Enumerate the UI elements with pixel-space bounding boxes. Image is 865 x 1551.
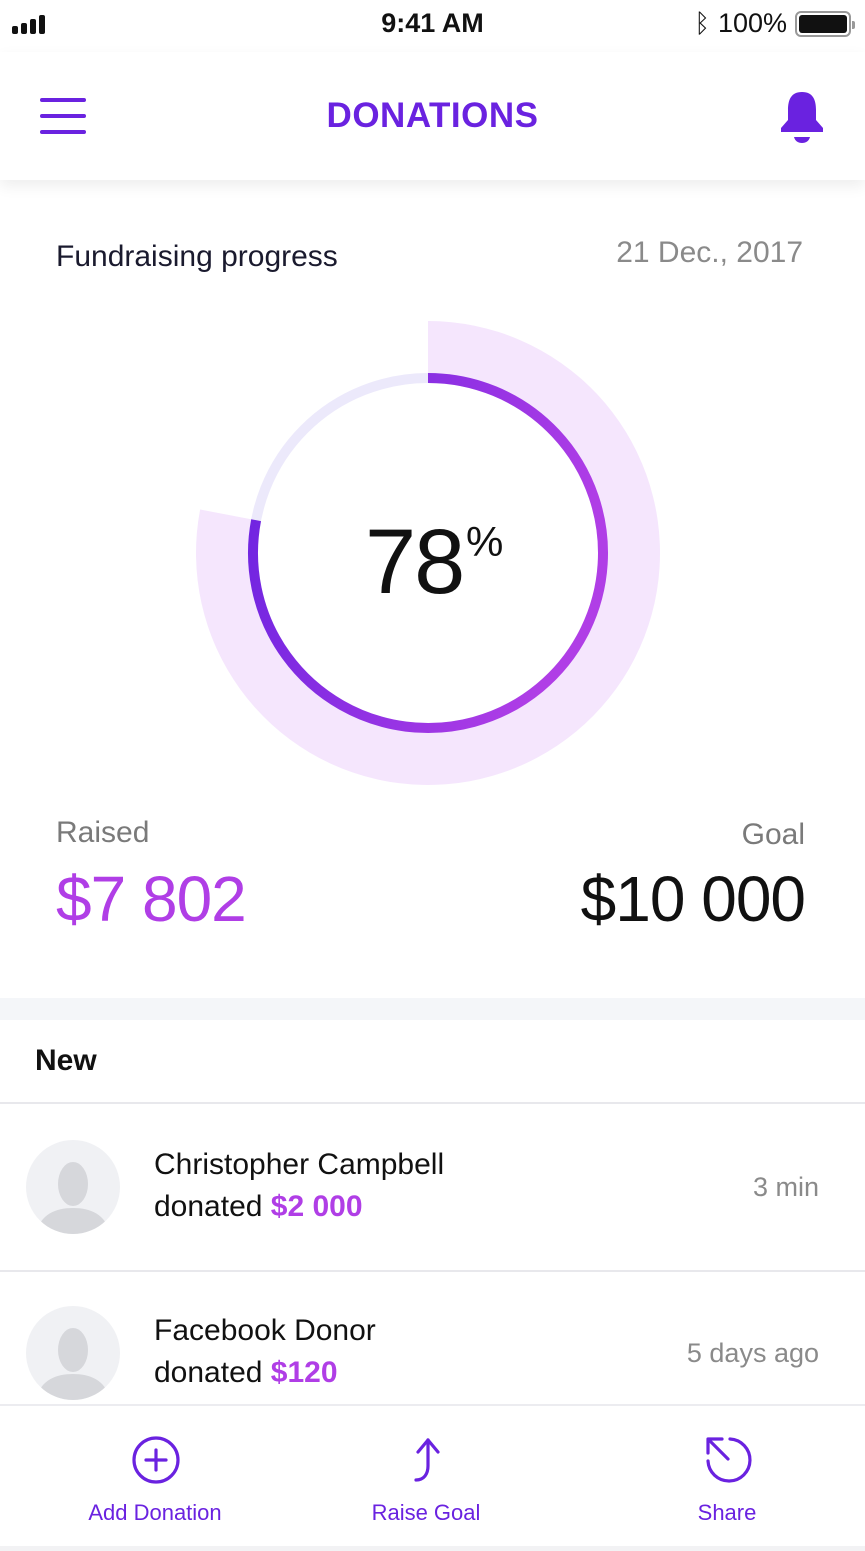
status-right: ᛒ 100% (694, 8, 855, 39)
share-arrow-icon (706, 1437, 752, 1483)
bell-icon[interactable] (778, 90, 826, 144)
donation-list-item[interactable]: Christopher Campbell donated $2 000 3 mi… (0, 1106, 865, 1272)
progress-percent-value: 78 (365, 511, 465, 613)
battery-full-icon (795, 10, 855, 37)
new-donations-header: New (0, 1020, 865, 1104)
donor-name: Christopher Campbell (154, 1148, 445, 1181)
battery-percent: 100% (717, 8, 787, 38)
arrow-up-curve-icon (414, 1438, 440, 1482)
add-donation-button[interactable]: Add Donation (45, 1406, 265, 1548)
nav-bar: DONATIONS (0, 52, 865, 180)
progress-percent-sign: % (466, 518, 504, 565)
user-silhouette-icon (36, 1162, 110, 1234)
goal-value: $10 000 (580, 863, 806, 935)
raised-label: Raised (56, 816, 150, 849)
donation-line: donated $120 (154, 1356, 338, 1390)
donation-time: 5 days ago (686, 1338, 819, 1368)
fundraising-progress-card: Fundraising progress 21 Dec., 2017 78 % … (0, 180, 865, 998)
tab-label: Add Donation (88, 1500, 222, 1525)
share-button[interactable]: Share (617, 1406, 837, 1548)
donation-time: 3 min (752, 1172, 819, 1202)
donation-amount: $2 000 (270, 1190, 363, 1223)
donation-verb: donated (154, 1356, 263, 1389)
tab-label: Share (697, 1500, 757, 1525)
donation-line: donated $2 000 (154, 1190, 363, 1224)
status-bar: 9:41 AM ᛒ 100% (0, 0, 865, 52)
donation-amount: $120 (270, 1356, 338, 1389)
plus-circle-icon (132, 1436, 180, 1484)
bluetooth-icon: ᛒ (694, 8, 710, 38)
tab-label: Raise Goal (371, 1500, 481, 1525)
goal-label: Goal (741, 818, 805, 851)
bottom-action-bar: Add Donation Raise Goal Share (0, 1404, 865, 1546)
avatar (26, 1306, 120, 1400)
user-silhouette-icon (36, 1328, 110, 1400)
avatar (26, 1140, 120, 1234)
donor-name: Facebook Donor (154, 1314, 376, 1347)
section-title: New (35, 1044, 97, 1077)
raise-goal-button[interactable]: Raise Goal (316, 1406, 536, 1548)
page-title: DONATIONS (326, 96, 539, 135)
section-divider (0, 998, 865, 1020)
donation-verb: donated (154, 1190, 263, 1223)
raised-value: $7 802 (56, 863, 247, 935)
